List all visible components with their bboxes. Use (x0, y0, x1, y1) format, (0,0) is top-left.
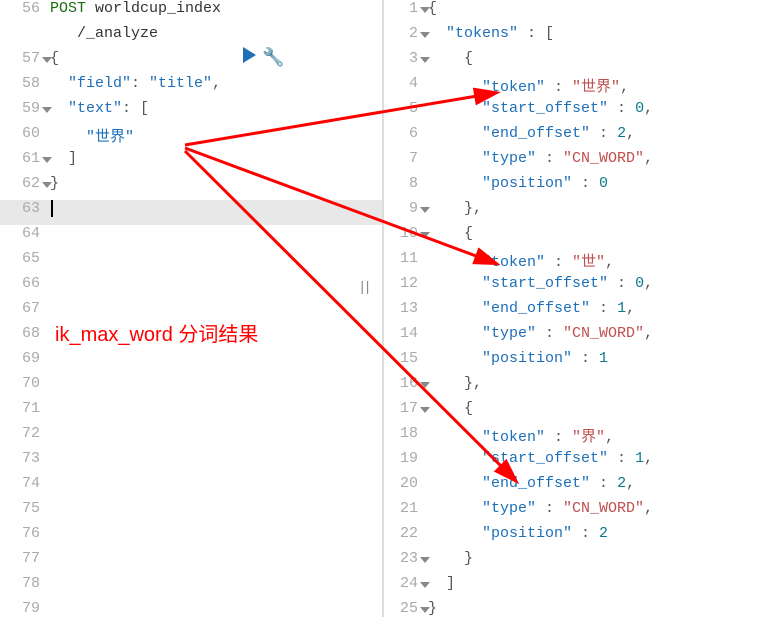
line-number: 57 (0, 50, 50, 75)
fold-icon[interactable] (420, 32, 430, 38)
editor-split: 56 POST worldcup_index /_analyze 57 { 58… (0, 0, 764, 617)
line-number: 63 (0, 200, 50, 225)
fold-icon[interactable] (42, 182, 52, 188)
fold-icon[interactable] (420, 57, 430, 63)
fold-icon[interactable] (420, 557, 430, 563)
fold-icon[interactable] (42, 57, 52, 63)
fold-icon[interactable] (420, 382, 430, 388)
fold-icon[interactable] (420, 607, 430, 613)
fold-icon[interactable] (420, 582, 430, 588)
annotation-label: ik_max_word 分词结果 (55, 318, 258, 347)
line-number: 56 (0, 0, 50, 25)
line-number: 60 (0, 125, 50, 150)
request-editor[interactable]: 56 POST worldcup_index /_analyze 57 { 58… (0, 0, 382, 617)
fold-icon[interactable] (420, 407, 430, 413)
fold-icon[interactable] (420, 207, 430, 213)
request-actions: 🔧 (243, 47, 284, 69)
fold-icon[interactable] (420, 232, 430, 238)
splitter-handle-icon[interactable]: || (358, 280, 369, 296)
line-number: 61 (0, 150, 50, 175)
code-line[interactable]: POST worldcup_index (50, 0, 382, 25)
line-number: 59 (0, 100, 50, 125)
response-viewer[interactable]: 1{ 2 "tokens" : [ 3 { 4 "token" : "世界", … (382, 0, 764, 617)
fold-icon[interactable] (42, 107, 52, 113)
play-icon[interactable] (243, 47, 256, 63)
fold-icon[interactable] (420, 7, 430, 13)
line-number: 62 (0, 175, 50, 200)
fold-icon[interactable] (42, 157, 52, 163)
line-number: 58 (0, 75, 50, 100)
wrench-icon[interactable]: 🔧 (262, 47, 284, 69)
